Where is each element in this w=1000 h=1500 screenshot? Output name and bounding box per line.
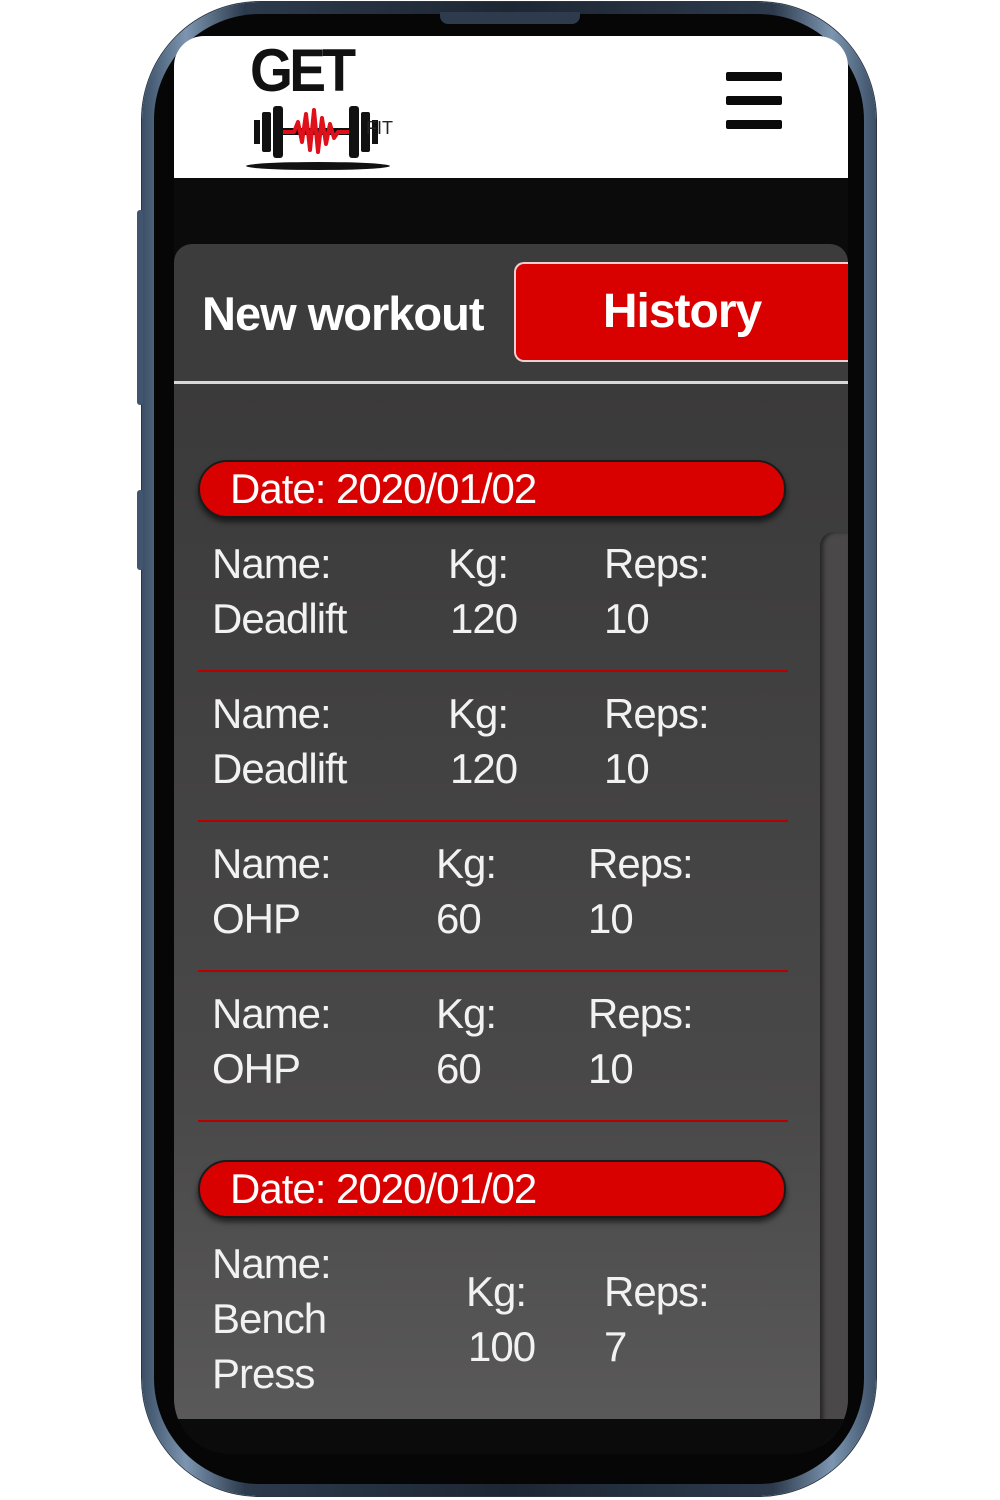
workout-panel: New workout History Date: 2020/01/02 Nam… (174, 244, 848, 1454)
entry-divider (198, 1120, 788, 1122)
dumbbell-logo-icon (246, 106, 390, 170)
hamburger-menu-button[interactable] (726, 72, 782, 130)
scrollbar[interactable] (820, 532, 848, 1454)
name-label: Name: (212, 690, 332, 737)
menu-bar (726, 96, 782, 105)
exercise-entry: Name: Deadlift Kg: 120 Reps: 10 (174, 686, 814, 836)
logo-fit-text: FIT (366, 118, 393, 138)
name-label: Name: (212, 990, 332, 1037)
reps-value: 10 (604, 595, 650, 642)
kg-label: Kg: (436, 840, 497, 887)
header-dark-band (174, 178, 848, 246)
kg-value: 120 (450, 595, 518, 642)
exercise-entry: Name: Deadlift Kg: 120 Reps: 10 (174, 536, 814, 686)
exercise-name-line: Press (212, 1350, 315, 1397)
bottom-bezel (174, 1419, 848, 1454)
entry-divider (198, 670, 788, 672)
entry-divider (198, 970, 788, 972)
exercise-entry: Name: OHP Kg: 60 Reps: 10 (174, 836, 814, 986)
exercise-entry: Name: Bench Press Kg: 100 Reps: 7 (174, 1236, 814, 1416)
reps-value: 7 (604, 1323, 627, 1370)
reps-value: 10 (588, 1045, 634, 1092)
exercise-name: Deadlift (212, 595, 347, 642)
kg-label: Kg: (466, 1268, 527, 1315)
entry-divider (198, 820, 788, 822)
phone-side-button (137, 210, 143, 405)
date-header: Date: 2020/01/02 (198, 1160, 786, 1218)
app-header: GET FIT (174, 36, 848, 178)
exercise-name: OHP (212, 1045, 301, 1092)
exercise-name: Deadlift (212, 745, 347, 792)
kg-label: Kg: (448, 540, 509, 587)
kg-label: Kg: (436, 990, 497, 1037)
menu-bar (726, 120, 782, 129)
phone-speaker (440, 12, 580, 24)
date-header: Date: 2020/01/02 (198, 460, 786, 518)
kg-value: 60 (436, 895, 482, 942)
kg-value: 60 (436, 1045, 482, 1092)
tab-history[interactable]: History (514, 262, 848, 362)
kg-value: 120 (450, 745, 518, 792)
tab-bar: New workout History (174, 244, 848, 384)
kg-value: 100 (468, 1323, 536, 1370)
name-label: Name: (212, 840, 332, 887)
reps-label: Reps: (588, 990, 694, 1037)
get-fit-logo[interactable]: GET FIT (246, 37, 396, 174)
exercise-name-line: Bench (212, 1295, 327, 1342)
exercise-entry: Name: OHP Kg: 60 Reps: 10 (174, 986, 814, 1136)
menu-bar (726, 72, 782, 81)
exercise-name: OHP (212, 895, 301, 942)
kg-label: Kg: (448, 690, 509, 737)
history-list[interactable]: Date: 2020/01/02 Name: Deadlift Kg: 120 … (174, 384, 848, 1454)
phone-side-button (137, 490, 143, 570)
reps-value: 10 (588, 895, 634, 942)
reps-label: Reps: (604, 540, 710, 587)
reps-label: Reps: (588, 840, 694, 887)
name-label: Name: (212, 540, 332, 587)
reps-label: Reps: (604, 690, 710, 737)
reps-value: 10 (604, 745, 650, 792)
app-screen: GET FIT New workout History Date: 2020/0… (174, 36, 848, 1454)
reps-label: Reps: (604, 1268, 710, 1315)
tab-new-workout[interactable]: New workout (202, 286, 484, 341)
name-label: Name: (212, 1240, 332, 1287)
